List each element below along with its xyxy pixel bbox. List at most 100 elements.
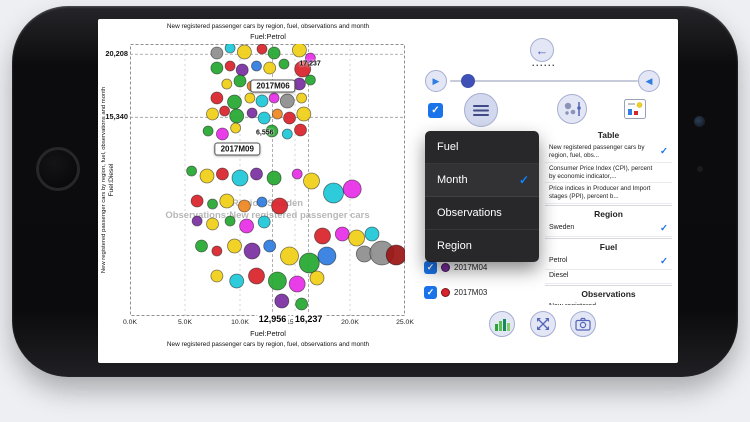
bubble[interactable] [229, 108, 245, 124]
dropdown-item-month[interactable]: Month ✓ [425, 164, 539, 197]
bubble[interactable] [186, 165, 197, 177]
bubble[interactable] [233, 74, 247, 88]
bubble[interactable] [210, 46, 224, 60]
bubble[interactable] [278, 58, 290, 70]
dimension-menu-button[interactable] [464, 93, 498, 127]
bubble[interactable] [210, 269, 224, 283]
bubble[interactable] [244, 92, 256, 104]
home-button[interactable] [36, 147, 80, 191]
bubble[interactable] [221, 78, 233, 90]
bubble[interactable] [385, 244, 405, 266]
bubble[interactable] [190, 194, 204, 208]
catalog-item[interactable]: New registered passenger cars by region,… [545, 142, 672, 163]
chart-style-button[interactable] [489, 311, 515, 337]
bubble[interactable] [239, 218, 254, 234]
bubble[interactable] [219, 105, 230, 117]
bubble[interactable] [219, 193, 235, 209]
bubble[interactable] [296, 106, 312, 122]
bubble[interactable] [292, 44, 307, 58]
annotation-month[interactable]: 2017M06 [250, 79, 296, 93]
bubble[interactable] [250, 167, 263, 181]
bubble[interactable] [257, 111, 271, 125]
dropdown-item-region[interactable]: Region [425, 230, 539, 262]
dropdown-item-observations[interactable]: Observations [425, 197, 539, 230]
bubble[interactable] [195, 239, 208, 253]
legend-row[interactable]: ✓ 2017M04 [424, 260, 487, 274]
bubble[interactable] [296, 92, 308, 104]
bubble[interactable] [243, 242, 261, 260]
bubble[interactable] [256, 196, 268, 208]
bubble[interactable] [317, 246, 337, 266]
mini-chart-thumbnail[interactable] [624, 99, 646, 124]
catalog-item[interactable]: Price indices in Producer and Import sta… [545, 183, 672, 205]
bubble[interactable] [229, 273, 245, 289]
bubble[interactable] [294, 123, 307, 137]
annotation-month[interactable]: 2017M09 [214, 142, 260, 156]
bubble[interactable] [207, 198, 218, 210]
bubble[interactable] [281, 128, 293, 140]
bubble[interactable] [231, 169, 249, 187]
bubble[interactable] [304, 74, 316, 86]
bubble[interactable] [274, 293, 290, 309]
bubble[interactable] [211, 245, 223, 257]
bubble[interactable] [210, 61, 224, 75]
fullscreen-button[interactable] [530, 311, 556, 337]
bubble[interactable] [227, 94, 242, 110]
bubble[interactable] [267, 46, 281, 60]
bubble[interactable] [224, 44, 236, 54]
legend-row[interactable]: ✓ 2017M03 [424, 285, 487, 299]
bubble[interactable] [267, 271, 287, 291]
bubble[interactable] [334, 226, 350, 242]
catalog-item[interactable]: Consumer Price Index (CPI), percent by e… [545, 163, 672, 184]
bubble[interactable] [364, 226, 380, 242]
bubble[interactable] [224, 60, 236, 72]
select-all-checkbox[interactable]: ✓ [428, 103, 443, 118]
bubble[interactable] [257, 215, 271, 229]
bubble[interactable] [295, 297, 309, 311]
bubble[interactable] [246, 107, 258, 119]
bubble[interactable] [235, 63, 249, 77]
bubble[interactable] [191, 215, 203, 227]
bubble[interactable] [256, 44, 268, 55]
timeline-slider-track[interactable] [450, 80, 638, 82]
bubble[interactable] [206, 107, 219, 121]
bubble[interactable] [288, 275, 306, 293]
bubble[interactable] [303, 172, 320, 190]
timeline-slider-knob[interactable] [461, 74, 475, 88]
bubble[interactable] [271, 197, 289, 215]
bubble-chart-type-button[interactable] [557, 94, 587, 124]
bubble[interactable] [348, 229, 366, 247]
bubble[interactable] [271, 108, 283, 120]
bubble[interactable] [210, 91, 224, 105]
play-button[interactable]: ▶ [425, 70, 447, 92]
bubble[interactable] [255, 94, 269, 108]
bubble[interactable] [206, 217, 219, 231]
bubble[interactable] [314, 227, 331, 245]
screenshot-button[interactable] [570, 311, 596, 337]
bubble[interactable] [268, 92, 280, 104]
dropdown-item-fuel[interactable]: Fuel [425, 131, 539, 164]
bubble[interactable] [237, 44, 252, 60]
bubble[interactable] [238, 199, 251, 213]
bubble[interactable] [263, 239, 277, 253]
bubble[interactable] [216, 127, 229, 141]
bubble[interactable] [248, 267, 265, 285]
catalog-item[interactable]: Sweden ✓ [545, 221, 672, 238]
bubble[interactable] [224, 215, 236, 227]
legend-checkbox[interactable]: ✓ [424, 285, 437, 299]
bubble[interactable] [216, 167, 229, 181]
legend-checkbox[interactable]: ✓ [424, 260, 437, 274]
step-back-button[interactable]: ◀ [638, 70, 660, 92]
catalog-item[interactable]: New registered... [545, 301, 672, 305]
bubble[interactable] [199, 168, 215, 184]
bubble[interactable] [309, 270, 325, 286]
bubble[interactable] [283, 111, 296, 125]
bubble[interactable] [251, 60, 262, 72]
bubble[interactable] [298, 252, 320, 274]
bubble[interactable] [280, 246, 299, 266]
bubble[interactable] [342, 179, 362, 199]
catalog-item[interactable]: Diesel [545, 270, 672, 284]
bubble[interactable] [291, 168, 303, 180]
bubble[interactable] [230, 122, 241, 134]
catalog-item[interactable]: Petrol ✓ [545, 254, 672, 271]
